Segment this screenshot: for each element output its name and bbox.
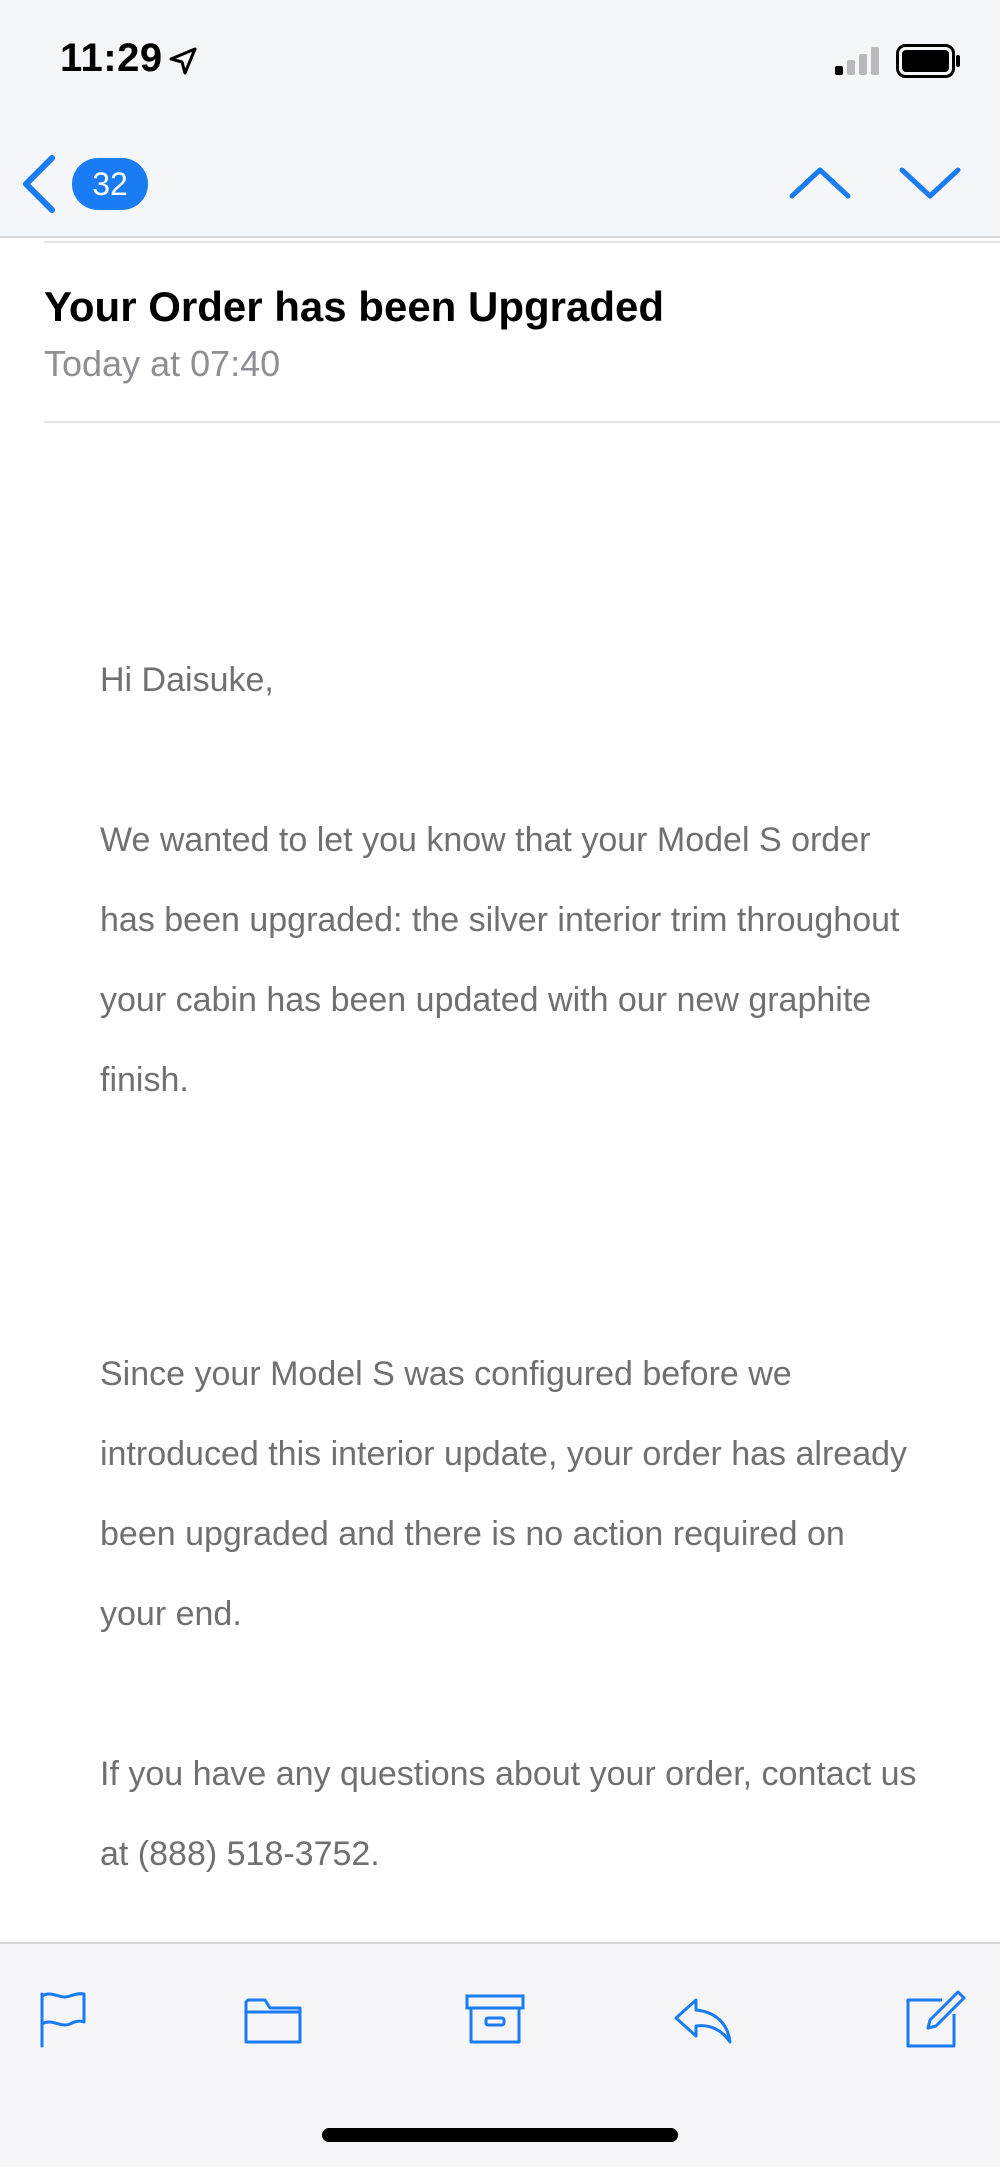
top-bar: 11:29 32 [0,0,1000,238]
folder-icon[interactable] [240,1988,306,2050]
status-bar: 11:29 [0,0,1000,120]
header-divider [44,421,1000,423]
compose-icon[interactable] [902,1988,968,2050]
body-paragraph-1: We wanted to let you know that your Mode… [100,821,900,1099]
reply-icon[interactable] [670,1988,736,2050]
status-time: 11:29 [60,36,163,80]
previous-message-icon[interactable] [788,152,852,212]
battery-icon [896,44,960,78]
home-indicator[interactable] [322,2128,678,2142]
greeting: Hi Daisuke, [100,661,274,699]
flag-icon[interactable] [30,1988,96,2050]
location-arrow-icon [169,47,197,75]
message-date: Today at 07:40 [44,343,281,384]
nav-bar: 32 [0,140,1000,230]
back-chevron-icon [23,155,55,213]
message-subject: Your Order has been Upgraded [44,283,665,330]
unread-count-badge: 32 [72,158,148,210]
signal-icon [835,47,879,75]
body-paragraph-3: If you have any questions about your ord… [100,1755,917,1873]
back-to-inbox-button[interactable]: 32 [20,148,150,220]
next-message-icon[interactable] [898,152,962,212]
archive-icon[interactable] [462,1988,528,2050]
body-paragraph-2: Since your Model S was configured before… [100,1355,908,1633]
message-header: Your Order has been Upgraded Today at 07… [0,243,1000,423]
